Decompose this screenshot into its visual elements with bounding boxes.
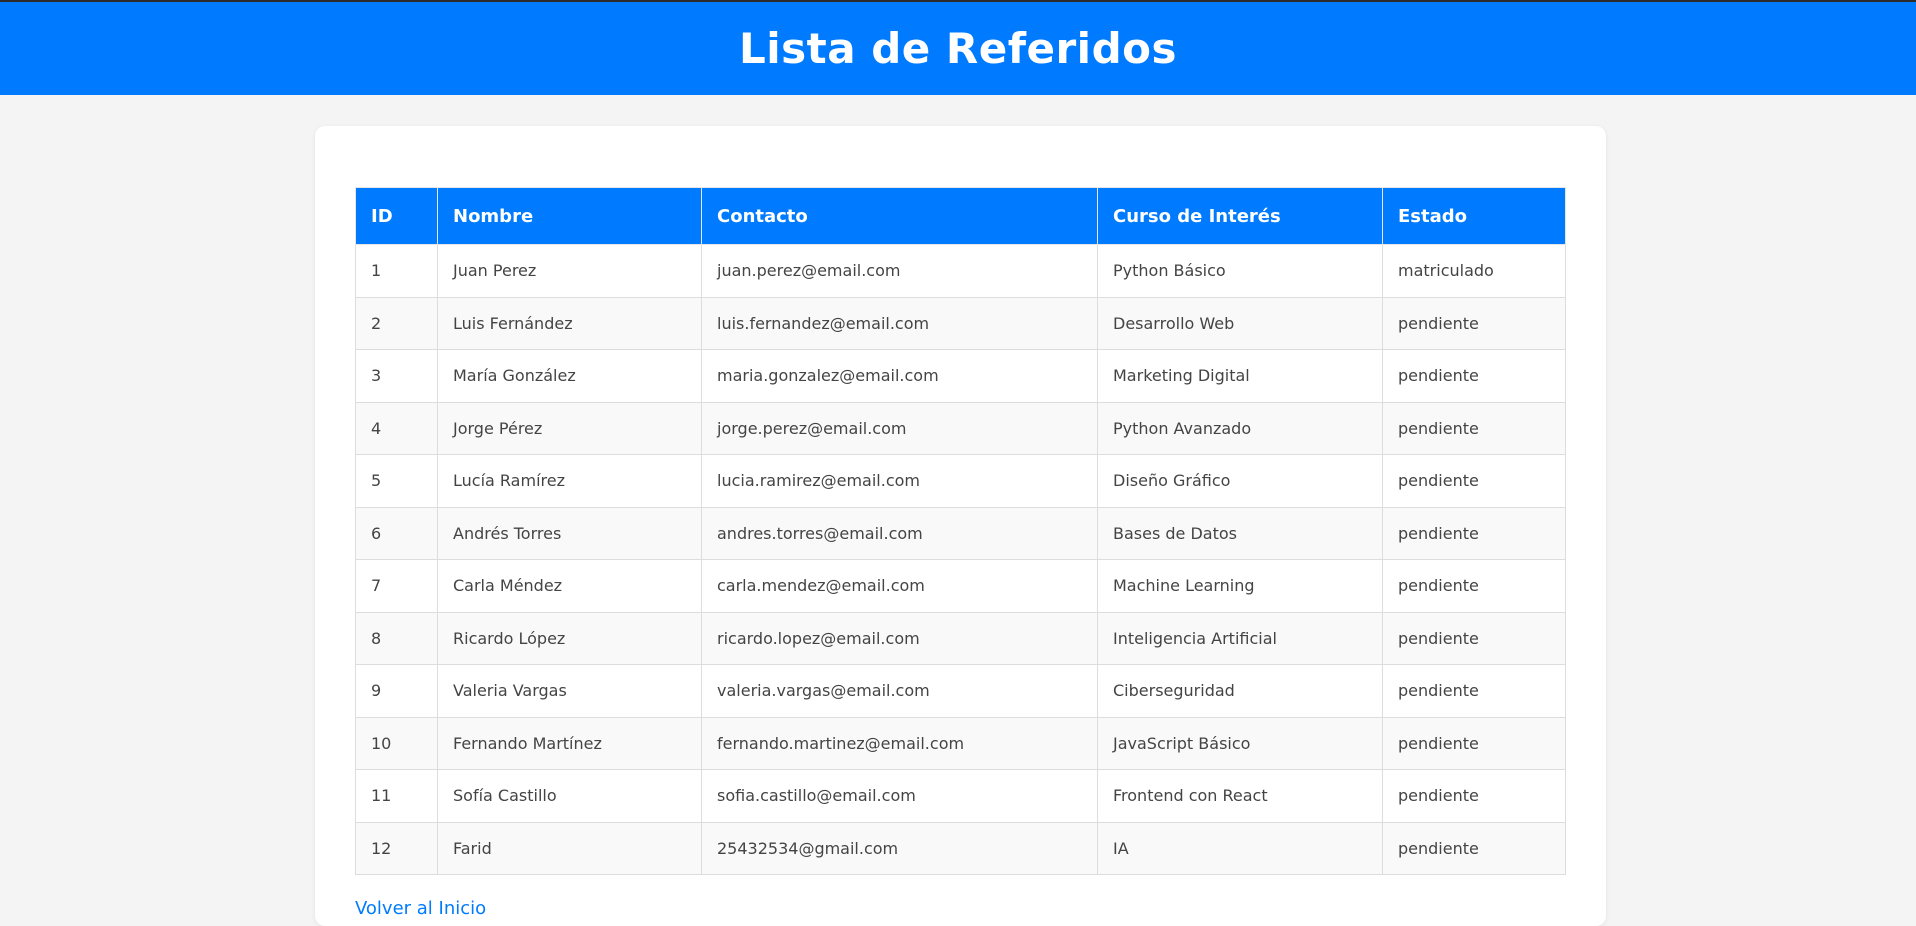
cell-estado: matriculado: [1382, 244, 1566, 298]
cell-contacto: 25432534@gmail.com: [701, 821, 1098, 875]
cell-nombre: Sofía Castillo: [437, 769, 702, 823]
cell-curso: Inteligencia Artificial: [1097, 611, 1383, 665]
cell-estado: pendiente: [1382, 821, 1566, 875]
cell-curso: Ciberseguridad: [1097, 664, 1383, 718]
cell-nombre: Ricardo López: [437, 611, 702, 665]
cell-estado: pendiente: [1382, 716, 1566, 770]
cell-nombre: Fernando Martínez: [437, 716, 702, 770]
table-row: 4 Jorge Pérez jorge.perez@email.com Pyth…: [355, 401, 1566, 455]
column-header-nombre: Nombre: [437, 187, 702, 245]
table-row: 8 Ricardo López ricardo.lopez@email.com …: [355, 611, 1566, 665]
cell-nombre: Jorge Pérez: [437, 401, 702, 455]
table-row: 2 Luis Fernández luis.fernandez@email.co…: [355, 296, 1566, 350]
cell-id: 6: [355, 506, 438, 560]
table-row: 9 Valeria Vargas valeria.vargas@email.co…: [355, 664, 1566, 718]
table-header-row: ID Nombre Contacto Curso de Interés Esta…: [355, 187, 1566, 245]
cell-nombre: Carla Méndez: [437, 559, 702, 613]
cell-contacto: andres.torres@email.com: [701, 506, 1098, 560]
column-header-contacto: Contacto: [701, 187, 1098, 245]
cell-nombre: Juan Perez: [437, 244, 702, 298]
cell-curso: Frontend con React: [1097, 769, 1383, 823]
cell-curso: Marketing Digital: [1097, 349, 1383, 403]
cell-contacto: fernando.martinez@email.com: [701, 716, 1098, 770]
table-row: 3 María González maria.gonzalez@email.co…: [355, 349, 1566, 403]
table-row: 10 Fernando Martínez fernando.martinez@e…: [355, 716, 1566, 770]
cell-contacto: juan.perez@email.com: [701, 244, 1098, 298]
table-row: 12 Farid 25432534@gmail.com IA pendiente: [355, 821, 1566, 875]
cell-nombre: Luis Fernández: [437, 296, 702, 350]
cell-nombre: Lucía Ramírez: [437, 454, 702, 508]
cell-id: 12: [355, 821, 438, 875]
cell-curso: Bases de Datos: [1097, 506, 1383, 560]
cell-contacto: valeria.vargas@email.com: [701, 664, 1098, 718]
referrals-table: ID Nombre Contacto Curso de Interés Esta…: [355, 187, 1566, 875]
cell-curso: JavaScript Básico: [1097, 716, 1383, 770]
cell-id: 1: [355, 244, 438, 298]
cell-estado: pendiente: [1382, 296, 1566, 350]
cell-nombre: Valeria Vargas: [437, 664, 702, 718]
cell-estado: pendiente: [1382, 401, 1566, 455]
cell-id: 4: [355, 401, 438, 455]
content-card: ID Nombre Contacto Curso de Interés Esta…: [315, 126, 1606, 926]
cell-curso: Diseño Gráfico: [1097, 454, 1383, 508]
cell-id: 11: [355, 769, 438, 823]
cell-id: 2: [355, 296, 438, 350]
cell-id: 5: [355, 454, 438, 508]
cell-curso: IA: [1097, 821, 1383, 875]
table-row: 6 Andrés Torres andres.torres@email.com …: [355, 506, 1566, 560]
cell-id: 8: [355, 611, 438, 665]
cell-curso: Desarrollo Web: [1097, 296, 1383, 350]
table-row: 7 Carla Méndez carla.mendez@email.com Ma…: [355, 559, 1566, 613]
cell-estado: pendiente: [1382, 559, 1566, 613]
cell-contacto: sofia.castillo@email.com: [701, 769, 1098, 823]
cell-estado: pendiente: [1382, 454, 1566, 508]
cell-estado: pendiente: [1382, 506, 1566, 560]
cell-estado: pendiente: [1382, 349, 1566, 403]
table-row: 11 Sofía Castillo sofia.castillo@email.c…: [355, 769, 1566, 823]
cell-nombre: María González: [437, 349, 702, 403]
cell-id: 3: [355, 349, 438, 403]
cell-contacto: carla.mendez@email.com: [701, 559, 1098, 613]
cell-contacto: jorge.perez@email.com: [701, 401, 1098, 455]
cell-contacto: ricardo.lopez@email.com: [701, 611, 1098, 665]
cell-curso: Python Básico: [1097, 244, 1383, 298]
cell-curso: Python Avanzado: [1097, 401, 1383, 455]
cell-contacto: lucia.ramirez@email.com: [701, 454, 1098, 508]
cell-contacto: maria.gonzalez@email.com: [701, 349, 1098, 403]
cell-id: 9: [355, 664, 438, 718]
table-row: 5 Lucía Ramírez lucia.ramirez@email.com …: [355, 454, 1566, 508]
cell-nombre: Andrés Torres: [437, 506, 702, 560]
cell-estado: pendiente: [1382, 611, 1566, 665]
page-title: Lista de Referidos: [739, 24, 1177, 73]
cell-contacto: luis.fernandez@email.com: [701, 296, 1098, 350]
column-header-curso: Curso de Interés: [1097, 187, 1383, 245]
cell-id: 10: [355, 716, 438, 770]
cell-estado: pendiente: [1382, 769, 1566, 823]
table-row: 1 Juan Perez juan.perez@email.com Python…: [355, 244, 1566, 298]
column-header-id: ID: [355, 187, 438, 245]
cell-nombre: Farid: [437, 821, 702, 875]
cell-estado: pendiente: [1382, 664, 1566, 718]
cell-curso: Machine Learning: [1097, 559, 1383, 613]
cell-id: 7: [355, 559, 438, 613]
column-header-estado: Estado: [1382, 187, 1566, 245]
page-header: Lista de Referidos: [0, 2, 1916, 95]
back-to-home-link[interactable]: Volver al Inicio: [355, 898, 486, 919]
